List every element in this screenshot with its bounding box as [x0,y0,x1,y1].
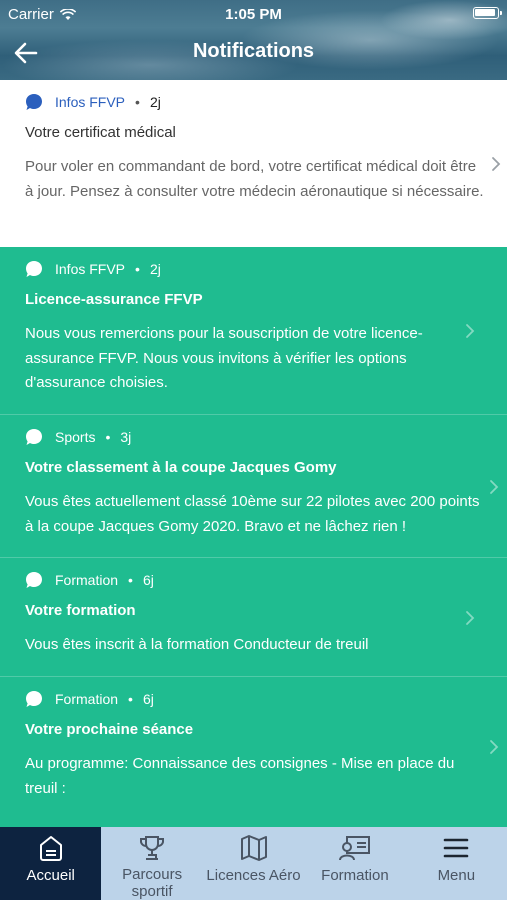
speech-bubble-icon [26,94,42,110]
meta-separator: • [128,691,133,707]
page-title: Notifications [192,40,315,62]
notification-item[interactable]: Formation • 6j Votre prochaine séance Au… [0,677,507,827]
chevron-right-icon[interactable] [491,156,501,172]
tab-label: Accueil [26,867,75,884]
tab-label: Parcours sportif [122,866,183,900]
chevron-right-icon[interactable] [489,739,499,755]
notification-category: Infos FFVP [55,261,126,277]
notification-list[interactable]: Infos FFVP • 2j Votre certificat médical… [0,80,507,827]
id-card-icon [338,836,370,861]
notification-meta: Formation • 6j [25,570,482,590]
notification-category: Infos FFVP [55,94,126,110]
tab-label: Menu [437,867,476,884]
notification-title: Votre formation [25,602,136,619]
notification-category: Sports [55,429,96,445]
meta-separator: • [128,572,133,588]
notification-title: Votre certificat médical [25,124,176,141]
tab-accueil[interactable]: Accueil [0,827,102,900]
notification-category: Formation [55,691,119,707]
status-bar: Carrier 1:05 PM [0,0,507,28]
notification-age: 6j [142,691,154,707]
battery-icon [473,7,502,19]
notification-item[interactable]: Formation • 6j Votre formation Vous êtes… [0,558,507,677]
notification-body: Pour voler en commandant de bord, votre … [25,158,484,200]
hamburger-icon [444,838,469,858]
tab-label: Licences Aéro [206,867,301,884]
notification-age: 2j [149,94,161,110]
meta-separator: • [135,94,140,110]
notification-meta: Infos FFVP • 2j [25,259,482,279]
tab-menu[interactable]: Menu [406,827,507,900]
notification-age: 2j [149,261,161,277]
notification-item[interactable]: Sports • 3j Votre classement à la coupe … [0,415,507,558]
notification-age: 6j [142,572,154,588]
tab-label: Formation [321,867,389,884]
map-icon [240,835,267,861]
home-icon [39,836,62,861]
notification-body: Vous êtes actuellement classé 10ème sur … [25,493,480,535]
notification-title: Votre prochaine séance [25,721,194,738]
notification-body: Nous vous remercions pour la souscriptio… [25,325,423,391]
tab-parcours-sportif[interactable]: Parcours sportif [101,827,202,900]
notification-body: Vous êtes inscrit à la formation Conduct… [25,636,369,653]
tab-bar: Accueil Parcours sportif Licences Aéro F… [0,827,507,900]
notification-meta: Sports • 3j [25,427,482,447]
notification-title: Licence-assurance FFVP [25,291,203,308]
notification-item[interactable]: Infos FFVP • 2j Licence-assurance FFVP N… [0,247,507,415]
clock: 1:05 PM [225,6,282,23]
nav-bar: Notifications [0,28,507,80]
chevron-right-icon[interactable] [465,323,475,339]
tab-formation[interactable]: Formation [304,827,405,900]
notification-body: Au programme: Connaissance des consignes… [25,755,455,797]
notification-item[interactable]: Infos FFVP • 2j Votre certificat médical… [0,80,507,247]
speech-bubble-icon [26,261,42,277]
speech-bubble-icon [26,572,42,588]
tab-licences-aero[interactable]: Licences Aéro [203,827,304,900]
chevron-right-icon[interactable] [489,479,499,495]
speech-bubble-icon [26,691,42,707]
notification-meta: Infos FFVP • 2j [25,92,482,112]
meta-separator: • [105,429,111,445]
notification-age: 3j [120,429,132,445]
notification-category: Formation [55,572,119,588]
meta-separator: • [135,261,140,277]
trophy-icon [140,835,165,860]
chevron-right-icon[interactable] [465,610,475,626]
notification-title: Votre classement à la coupe Jacques Gomy [25,459,337,476]
speech-bubble-icon [26,429,42,445]
header: Carrier 1:05 PM Notifications [0,0,507,80]
notification-meta: Formation • 6j [25,689,482,709]
